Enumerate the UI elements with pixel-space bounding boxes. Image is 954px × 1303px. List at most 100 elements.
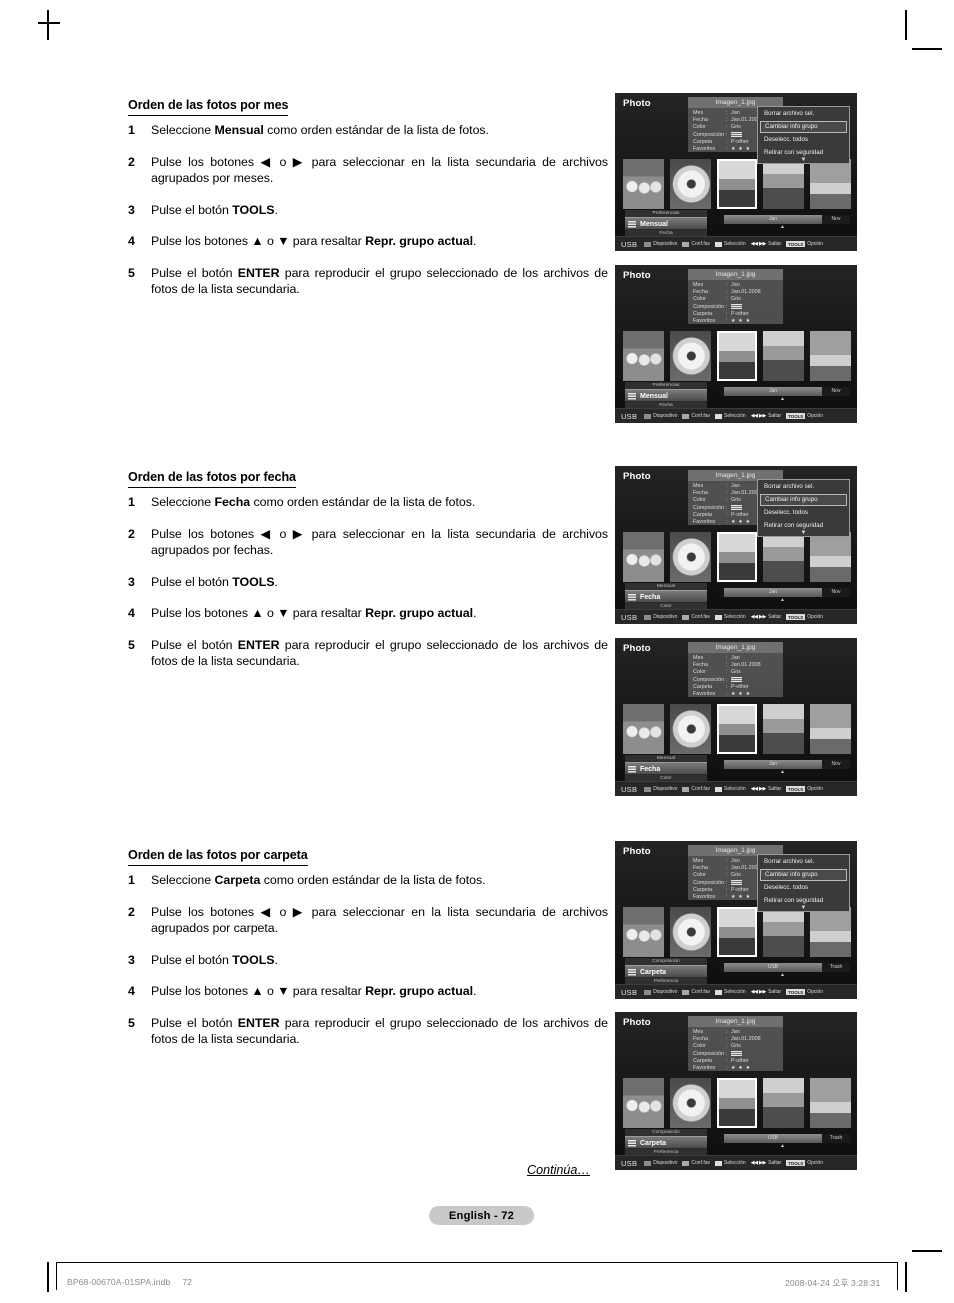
tools-menu-item[interactable]: Borrar archivo sel. xyxy=(760,481,847,493)
group-nav-current[interactable]: Jan xyxy=(724,387,822,396)
group-navigation-bar[interactable]: Jan Nov xyxy=(720,588,850,597)
help-hint-skip[interactable]: ◀◀ ▶▶ Saltar xyxy=(751,1160,781,1166)
help-hint-option[interactable]: TOOLS Opción xyxy=(786,614,823,620)
help-hint-yellow[interactable]: Selección xyxy=(715,413,746,419)
photo-thumbnail[interactable] xyxy=(623,159,664,209)
sort-option-previous[interactable]: Mensual xyxy=(625,583,707,590)
tools-popup-menu[interactable]: Borrar archivo sel. Cambiar info grupo Des… xyxy=(757,479,850,537)
group-nav-current[interactable]: Jan xyxy=(724,215,822,224)
group-nav-end[interactable]: Nov xyxy=(822,215,850,224)
sort-option-current[interactable]: Mensual xyxy=(625,217,707,230)
photo-thumbnail[interactable] xyxy=(623,532,664,582)
help-hint-green[interactable]: Conf.fav xyxy=(682,989,710,995)
photo-thumbnail[interactable] xyxy=(669,907,711,957)
photo-thumbnail[interactable] xyxy=(623,704,664,754)
help-hint-red[interactable]: Dispositivo xyxy=(644,413,677,419)
group-navigation-bar[interactable]: Jan Nov xyxy=(720,760,850,769)
tools-menu-more-icon[interactable]: ▼ xyxy=(758,530,849,536)
help-hint-option[interactable]: TOOLS Opción xyxy=(786,413,823,419)
group-nav-end[interactable]: Trash xyxy=(822,1134,850,1143)
sort-option-previous[interactable]: Preferencias xyxy=(625,382,707,389)
help-hint-option[interactable]: TOOLS Opción xyxy=(786,989,823,995)
photo-thumbnail[interactable] xyxy=(623,1078,664,1128)
sort-option-previous[interactable]: Composición xyxy=(625,1129,707,1136)
photo-thumbnail[interactable] xyxy=(623,331,664,381)
help-hint-red[interactable]: Dispositivo xyxy=(644,786,677,792)
photo-thumbnail[interactable] xyxy=(763,1078,805,1128)
photo-thumbnail-selected[interactable] xyxy=(716,907,758,957)
photo-thumbnail[interactable] xyxy=(669,159,711,209)
photo-thumbnail[interactable] xyxy=(810,704,851,754)
help-hint-yellow[interactable]: Selección xyxy=(715,989,746,995)
photo-thumbnail-selected[interactable] xyxy=(716,532,758,582)
group-nav-current[interactable]: USB xyxy=(724,1134,822,1143)
photo-thumbnail[interactable] xyxy=(669,1078,711,1128)
tools-menu-item[interactable]: Borrar archivo sel. xyxy=(760,856,847,868)
photo-thumbnail[interactable] xyxy=(763,907,805,957)
help-hint-red[interactable]: Dispositivo xyxy=(644,1160,677,1166)
help-hint-skip[interactable]: ◀◀ ▶▶ Saltar xyxy=(751,786,781,792)
photo-thumbnail[interactable] xyxy=(669,704,711,754)
tools-menu-item[interactable]: Deselecc. todos xyxy=(760,882,847,894)
group-navigation-bar[interactable]: Jan Nov xyxy=(720,387,850,396)
tools-menu-item-selected[interactable]: Cambiar info grupo xyxy=(760,494,847,506)
photo-thumbnail-selected[interactable] xyxy=(716,704,758,754)
tools-menu-item[interactable]: Borrar archivo sel. xyxy=(760,108,847,120)
group-nav-end[interactable]: Nov xyxy=(822,760,850,769)
help-hint-green[interactable]: Conf.fav xyxy=(682,786,710,792)
help-hint-red[interactable]: Dispositivo xyxy=(644,614,677,620)
photo-thumbnail[interactable] xyxy=(763,159,805,209)
help-hint-skip[interactable]: ◀◀ ▶▶ Saltar xyxy=(751,614,781,620)
photo-thumbnail[interactable] xyxy=(763,532,805,582)
photo-thumbnail[interactable] xyxy=(810,331,851,381)
help-hint-option[interactable]: TOOLS Opción xyxy=(786,241,823,247)
photo-thumbnail-selected[interactable] xyxy=(716,1078,758,1128)
tools-menu-item-selected[interactable]: Cambiar info grupo xyxy=(760,869,847,881)
photo-thumbnail[interactable] xyxy=(810,159,851,209)
help-hint-skip[interactable]: ◀◀ ▶▶ Saltar xyxy=(751,241,781,247)
photo-thumbnail[interactable] xyxy=(669,532,711,582)
help-hint-green[interactable]: Conf.fav xyxy=(682,1160,710,1166)
group-navigation-bar[interactable]: USB Trash xyxy=(720,963,850,972)
sort-option-current[interactable]: Carpeta xyxy=(625,965,707,978)
help-hint-red[interactable]: Dispositivo xyxy=(644,989,677,995)
photo-thumbnail[interactable] xyxy=(669,331,711,381)
group-nav-end[interactable]: Nov xyxy=(822,588,850,597)
sort-option-current[interactable]: Mensual xyxy=(625,389,707,402)
help-hint-yellow[interactable]: Selección xyxy=(715,614,746,620)
group-nav-end[interactable]: Nov xyxy=(822,387,850,396)
photo-thumbnail-selected[interactable] xyxy=(716,331,758,381)
photo-thumbnail-selected[interactable] xyxy=(716,159,758,209)
sort-option-previous[interactable]: Preferencias xyxy=(625,210,707,217)
tools-popup-menu[interactable]: Borrar archivo sel. Cambiar info grupo Des… xyxy=(757,854,850,912)
photo-thumbnail[interactable] xyxy=(623,907,664,957)
tools-menu-more-icon[interactable]: ▼ xyxy=(758,905,849,911)
photo-thumbnail[interactable] xyxy=(810,1078,851,1128)
help-hint-option[interactable]: TOOLS Opción xyxy=(786,1160,823,1166)
sort-option-current[interactable]: Carpeta xyxy=(625,1136,707,1149)
tools-menu-item[interactable]: Deselecc. todos xyxy=(760,134,847,146)
photo-thumbnail[interactable] xyxy=(763,331,805,381)
help-hint-skip[interactable]: ◀◀ ▶▶ Saltar xyxy=(751,989,781,995)
sort-option-previous[interactable]: Composición xyxy=(625,958,707,965)
help-hint-option[interactable]: TOOLS Opción xyxy=(786,786,823,792)
help-hint-green[interactable]: Conf.fav xyxy=(682,241,710,247)
group-nav-end[interactable]: Trash xyxy=(822,963,850,972)
photo-thumbnail[interactable] xyxy=(763,704,805,754)
sort-option-current[interactable]: Fecha xyxy=(625,590,707,603)
group-nav-current[interactable]: Jan xyxy=(724,760,822,769)
sort-option-previous[interactable]: Mensual xyxy=(625,755,707,762)
group-nav-current[interactable]: USB xyxy=(724,963,822,972)
tools-menu-item[interactable]: Deselecc. todos xyxy=(760,507,847,519)
help-hint-yellow[interactable]: Selección xyxy=(715,241,746,247)
photo-thumbnail[interactable] xyxy=(810,907,851,957)
group-navigation-bar[interactable]: Jan Nov xyxy=(720,215,850,224)
help-hint-green[interactable]: Conf.fav xyxy=(682,413,710,419)
help-hint-red[interactable]: Dispositivo xyxy=(644,241,677,247)
help-hint-yellow[interactable]: Selección xyxy=(715,786,746,792)
group-nav-current[interactable]: Jan xyxy=(724,588,822,597)
help-hint-green[interactable]: Conf.fav xyxy=(682,614,710,620)
tools-popup-menu[interactable]: Borrar archivo sel. Cambiar info grupo Des… xyxy=(757,106,850,164)
sort-option-current[interactable]: Fecha xyxy=(625,762,707,775)
group-navigation-bar[interactable]: USB Trash xyxy=(720,1134,850,1143)
